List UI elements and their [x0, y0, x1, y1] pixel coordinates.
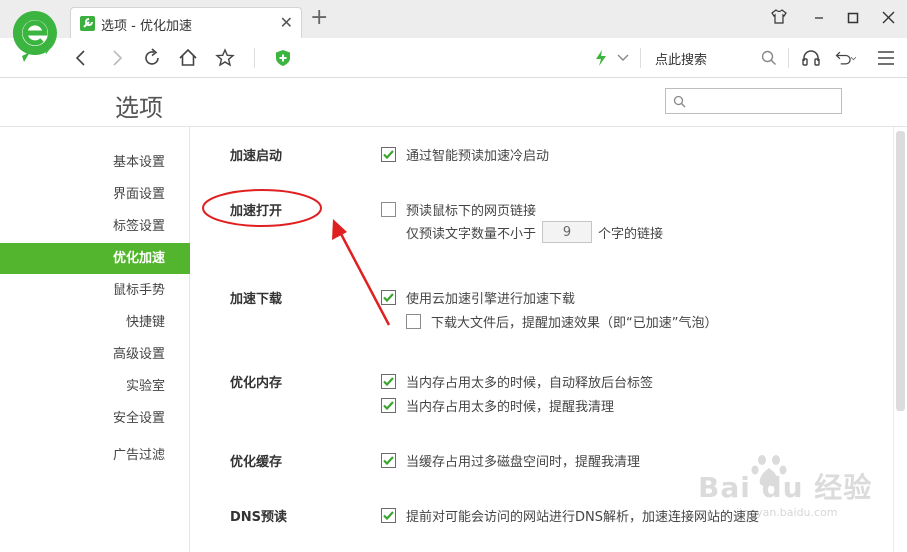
content-scrollbar[interactable] — [893, 127, 907, 552]
forward-arrow-icon[interactable] — [106, 47, 128, 69]
sidebar-item-interface[interactable]: 界面设置 — [0, 179, 190, 210]
option-release-background-tabs[interactable]: 当内存占用太多的时候，自动释放后台标签 — [381, 372, 653, 391]
option-label: 使用云加速引擎进行加速下载 — [406, 292, 576, 307]
sidebar-item-security[interactable]: 安全设置 — [0, 403, 190, 434]
home-icon[interactable] — [177, 47, 199, 69]
checkbox-unchecked[interactable] — [406, 314, 421, 329]
search-box-label[interactable]: 点此搜索 — [655, 49, 707, 68]
close-icon[interactable] — [877, 8, 899, 30]
headset-icon[interactable] — [800, 47, 822, 69]
min-chars-input[interactable] — [542, 221, 593, 243]
chevron-down-icon[interactable] — [612, 47, 634, 69]
sidebar-item-ad-filter[interactable]: 广告过滤 — [0, 440, 190, 471]
option-min-chars-row: 仅预读文字数量不小于 个字的链接 — [406, 221, 663, 243]
checkbox-unchecked[interactable] — [381, 202, 396, 217]
checkbox-checked[interactable] — [381, 398, 396, 413]
title-bar: 选项 - 优化加速 ✕ + — [0, 0, 907, 38]
scrollbar-thumb[interactable] — [896, 131, 905, 411]
sidebar-item-advanced[interactable]: 高级设置 — [0, 339, 190, 370]
option-smart-preload-startup[interactable]: 通过智能预读加速冷启动 — [381, 145, 549, 164]
sidebar-item-mouse-gestures[interactable]: 鼠标手势 — [0, 275, 190, 306]
option-label: 预读鼠标下的网页链接 — [406, 204, 537, 219]
sidebar-item-lab[interactable]: 实验室 — [0, 371, 190, 402]
option-cloud-download[interactable]: 使用云加速引擎进行加速下载 — [381, 288, 575, 307]
sidebar-item-acceleration[interactable]: 优化加速 — [0, 243, 190, 274]
refresh-icon[interactable] — [141, 47, 163, 69]
tab-close-icon[interactable]: ✕ — [280, 13, 293, 32]
section-label-open: 加速打开 — [230, 204, 283, 219]
wrench-icon — [80, 16, 95, 31]
shirt-icon[interactable] — [768, 8, 790, 30]
star-icon[interactable] — [214, 47, 236, 69]
option-label: 当缓存占用过多磁盘空间时，提醒我清理 — [406, 455, 641, 470]
option-preload-hover-links[interactable]: 预读鼠标下的网页链接 — [381, 200, 536, 219]
page-title: 选项 — [115, 94, 163, 122]
section-label-memory: 优化内存 — [230, 376, 283, 391]
checkbox-checked[interactable] — [381, 453, 396, 468]
toolbar-divider — [254, 48, 255, 68]
sidebar-item-shortcuts[interactable]: 快捷键 — [0, 307, 190, 338]
sidebar-item-tabs[interactable]: 标签设置 — [0, 211, 190, 242]
lightning-icon[interactable] — [590, 47, 612, 69]
option-label: 通过智能预读加速冷启动 — [406, 149, 550, 164]
sidebar-item-basic[interactable]: 基本设置 — [0, 147, 190, 178]
watermark-brand: Bai du 经验 — [698, 471, 873, 504]
section-label-dns: DNS预读 — [230, 510, 288, 525]
section-label-cache: 优化缓存 — [230, 455, 283, 470]
section-label-startup: 加速启动 — [230, 149, 283, 164]
sidebar-item-label: 安全设置 — [112, 411, 165, 426]
option-label: 下载大文件后，提醒加速效果（即“已加速”气泡） — [431, 316, 718, 331]
sidebar-item-label: 标签设置 — [112, 219, 165, 234]
toolbar-divider — [788, 48, 789, 68]
checkbox-checked[interactable] — [381, 374, 396, 389]
minimize-icon[interactable] — [808, 8, 830, 30]
watermark-url: jingyan.baidu.com — [736, 506, 838, 519]
option-download-bubble[interactable]: 下载大文件后，提醒加速效果（即“已加速”气泡） — [406, 312, 717, 331]
sidebar-item-label: 界面设置 — [112, 187, 165, 202]
section-label-download: 加速下载 — [230, 292, 283, 307]
sidebar-item-label: 基本设置 — [112, 155, 165, 170]
options-search-input[interactable] — [690, 92, 835, 110]
option-cache-remind[interactable]: 当缓存占用过多磁盘空间时，提醒我清理 — [381, 451, 640, 470]
min-chars-prefix: 仅预读文字数量不小于 — [406, 226, 537, 242]
sidebar-item-label: 优化加速 — [112, 251, 165, 266]
browser-logo-icon[interactable] — [10, 8, 60, 64]
undo-icon[interactable] — [834, 47, 856, 69]
navigation-toolbar: 点此搜索 — [0, 38, 907, 78]
option-label: 当内存占用太多的时候，自动释放后台标签 — [406, 376, 654, 391]
back-arrow-icon[interactable] — [70, 47, 92, 69]
toolbar-divider — [640, 48, 641, 68]
sidebar-item-label: 快捷键 — [125, 315, 165, 330]
options-sidebar: 基本设置 界面设置 标签设置 优化加速 鼠标手势 快捷键 高级设置 实验室 安全… — [0, 127, 190, 552]
option-memory-remind[interactable]: 当内存占用太多的时候，提醒我清理 — [381, 396, 614, 415]
sidebar-item-label: 鼠标手势 — [112, 283, 165, 298]
sidebar-item-label: 广告过滤 — [112, 448, 165, 463]
shield-plus-icon[interactable] — [272, 47, 294, 69]
plus-icon[interactable]: + — [310, 7, 328, 29]
checkbox-checked[interactable] — [381, 147, 396, 162]
option-label: 当内存占用太多的时候，提醒我清理 — [406, 400, 615, 415]
options-search-box[interactable] — [665, 88, 842, 114]
tab-title: 选项 - 优化加速 — [101, 19, 192, 34]
hamburger-menu-icon[interactable] — [875, 47, 897, 69]
checkbox-checked[interactable] — [381, 508, 396, 523]
checkbox-checked[interactable] — [381, 290, 396, 305]
sidebar-item-label: 实验室 — [125, 379, 165, 394]
min-chars-suffix: 个字的链接 — [598, 226, 664, 242]
maximize-icon[interactable] — [842, 8, 864, 30]
options-header: 选项 — [0, 78, 907, 127]
search-icon[interactable] — [758, 47, 780, 69]
active-tab[interactable]: 选项 - 优化加速 ✕ — [70, 7, 302, 38]
search-icon — [673, 95, 686, 108]
baidu-watermark: Bai du 经验 jingyan.baidu.com — [688, 452, 888, 522]
sidebar-item-label: 高级设置 — [112, 347, 165, 362]
